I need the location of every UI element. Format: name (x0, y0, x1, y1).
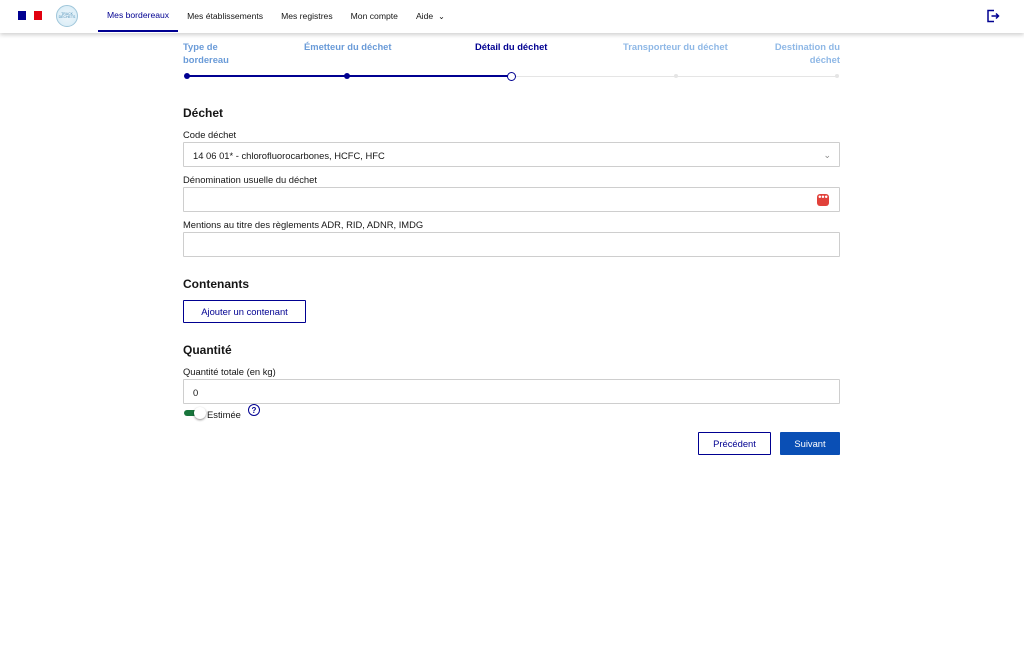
mentions-input[interactable] (183, 232, 840, 257)
step-emetteur[interactable]: Émetteur du déchet (304, 40, 392, 53)
step-detail-dechet[interactable]: Détail du déchet (475, 40, 547, 53)
nav-label: Mes bordereaux (107, 10, 170, 20)
estimee-label: Estimée (207, 409, 241, 420)
code-dechet-label: Code déchet (183, 129, 237, 140)
quantite-totale-label: Quantité totale (en kg) (183, 366, 276, 377)
step-dot-todo (674, 74, 678, 78)
step-dot-done (184, 73, 190, 79)
estimee-toggle[interactable] (184, 407, 206, 419)
french-flag-logo[interactable] (18, 11, 42, 20)
quantite-totale-value: 0 (193, 387, 199, 398)
code-dechet-value: 14 06 01* - chlorofluorocarbones, HCFC, … (193, 150, 385, 161)
nav-label: Mon compte (350, 11, 398, 21)
previous-button[interactable]: Précédent (698, 432, 771, 455)
top-navigation-bar: TRACK DÉCHETS Mes bordereaux Mes établis… (0, 0, 1024, 33)
quantite-totale-input[interactable]: 0 (183, 379, 840, 404)
nav-aide[interactable]: Aide ⌄ (407, 0, 454, 32)
step-label-line: bordereau (183, 54, 229, 65)
toggle-knob (194, 407, 206, 419)
nav-label: Mes établissements (187, 11, 264, 21)
main-nav: Mes bordereaux Mes établissements Mes re… (98, 0, 454, 32)
step-dot-todo (835, 74, 839, 78)
help-icon[interactable]: ? (248, 404, 260, 416)
denomination-input[interactable]: ••• (183, 187, 840, 212)
step-label-line: déchet (809, 54, 840, 65)
section-title-dechet: Déchet (183, 106, 224, 120)
step-label-line: Détail du déchet (475, 41, 548, 52)
step-dot-current (507, 71, 516, 81)
step-label-line: Type de (183, 41, 218, 52)
nav-mes-registres[interactable]: Mes registres (272, 0, 342, 32)
section-title-contenants: Contenants (183, 277, 249, 291)
nav-label: Aide (415, 11, 434, 21)
section-title-quantite: Quantité (183, 343, 232, 357)
chevron-down-icon: ⌄ (438, 11, 445, 21)
chevron-down-icon: ⌄ (823, 150, 831, 160)
step-dot-done (344, 73, 350, 79)
code-dechet-select[interactable]: 14 06 01* - chlorofluorocarbones, HCFC, … (183, 142, 840, 167)
step-type-bordereau[interactable]: Type de bordereau (183, 40, 229, 66)
step-transporteur[interactable]: Transporteur du déchet (623, 40, 728, 53)
nav-mes-bordereaux[interactable]: Mes bordereaux (98, 0, 179, 32)
step-destination[interactable]: Destination du déchet (775, 40, 840, 66)
step-label-line: Émetteur du déchet (304, 41, 392, 52)
password-manager-icon[interactable]: ••• (817, 193, 829, 206)
logout-icon[interactable] (986, 9, 1000, 23)
nav-mes-etablissements[interactable]: Mes établissements (178, 0, 272, 32)
step-label-line: Destination du (774, 41, 840, 52)
next-button[interactable]: Suivant (780, 432, 840, 455)
track-dechets-logo[interactable]: TRACK DÉCHETS (56, 5, 78, 27)
nav-mon-compte[interactable]: Mon compte (342, 0, 407, 32)
mentions-label: Mentions au titre des règlements ADR, RI… (183, 219, 424, 230)
nav-label: Mes registres (281, 11, 333, 21)
form-stepper: Type de bordereau Émetteur du déchet Dét… (183, 40, 840, 82)
add-contenant-button[interactable]: Ajouter un contenant (183, 300, 306, 323)
denomination-label: Dénomination usuelle du déchet (183, 174, 317, 185)
step-label-line: Transporteur du déchet (623, 41, 728, 52)
